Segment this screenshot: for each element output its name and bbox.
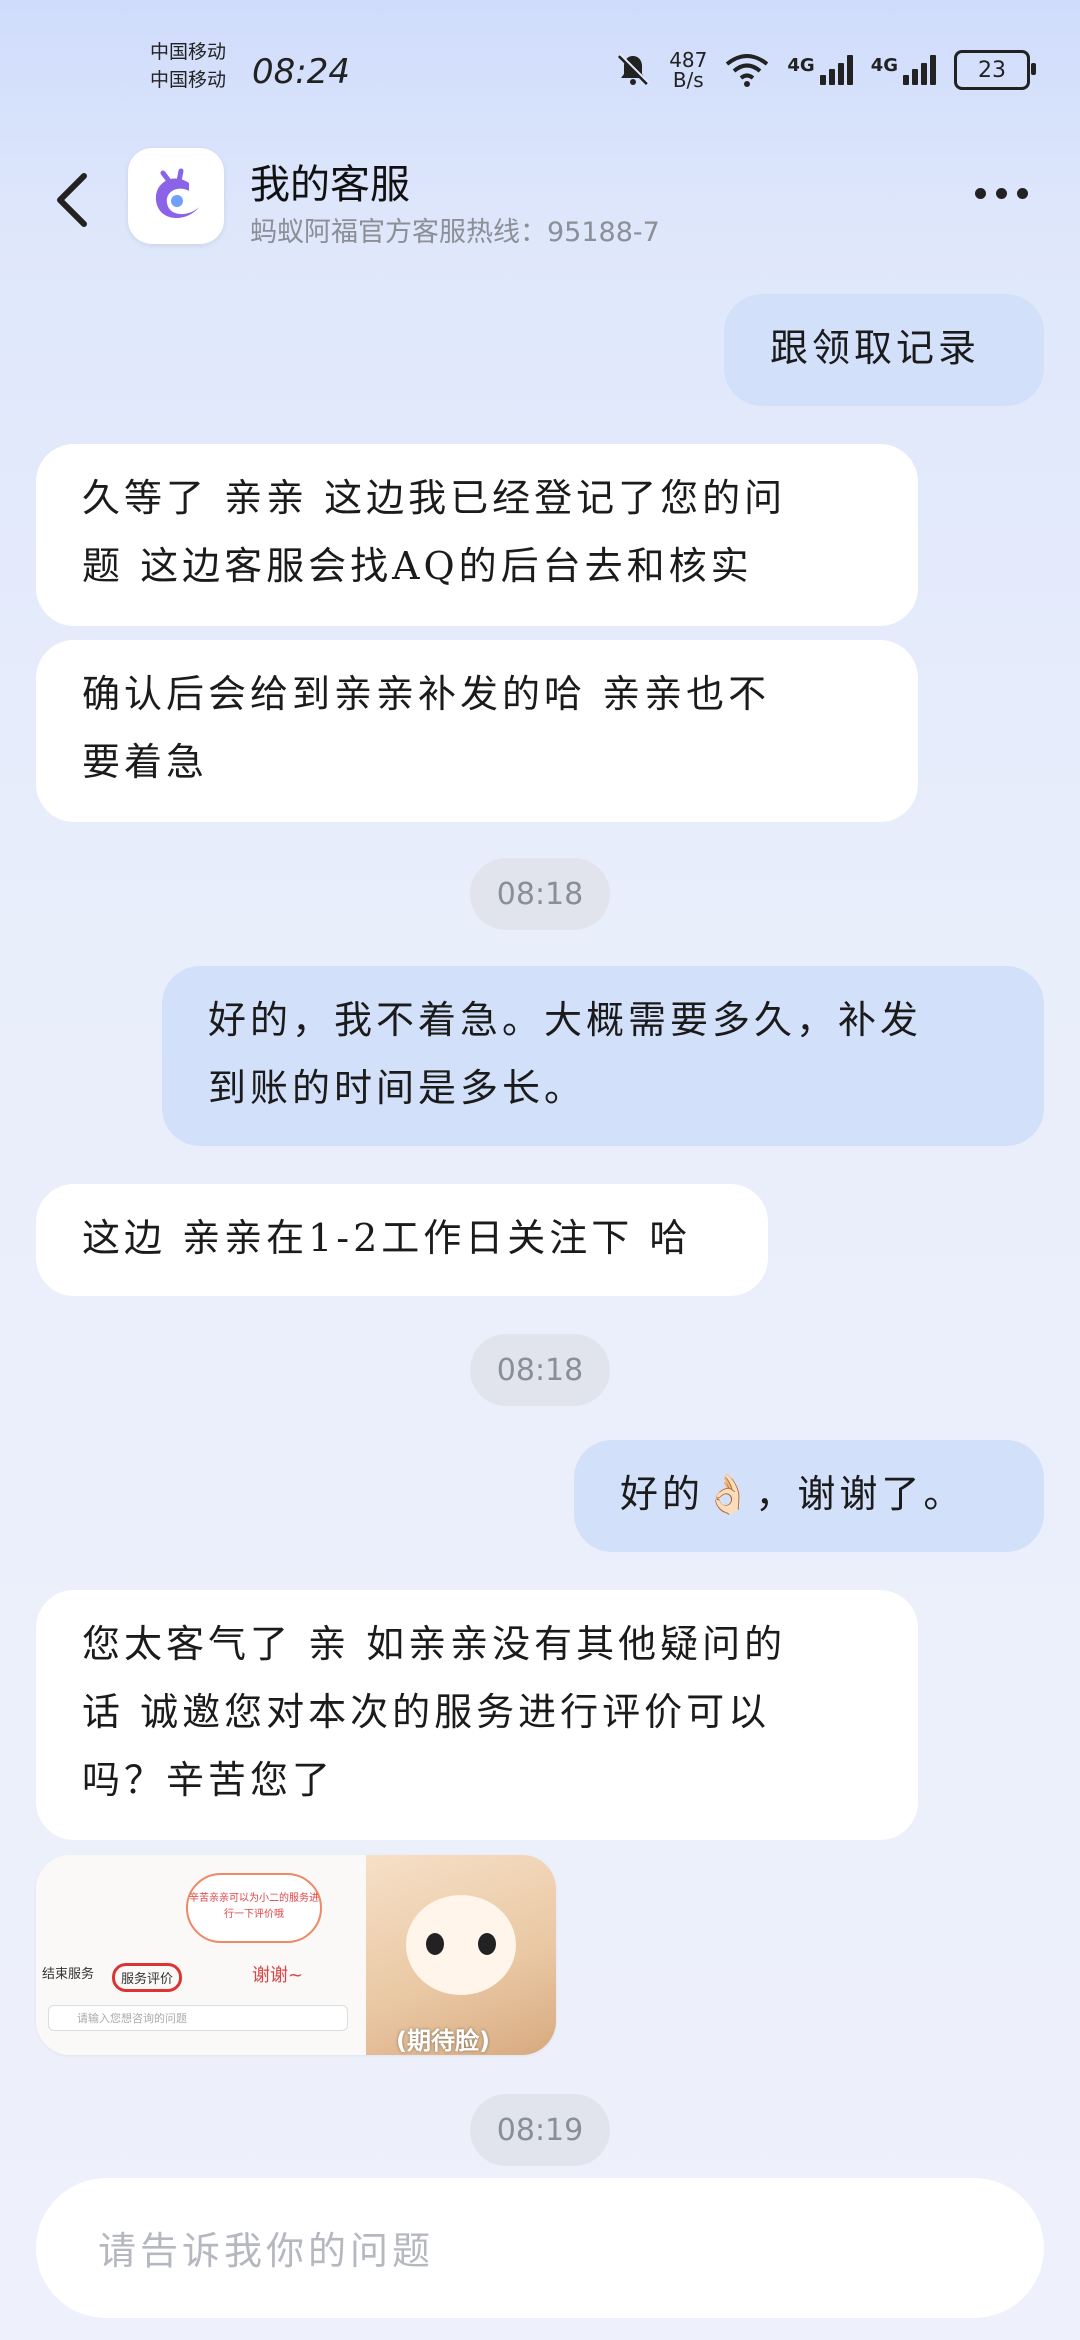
message-agent-4[interactable]: 您太客气了 亲 如亲亲没有其他疑问的 话 诚邀您对本次的服务进行评价可以 吗？辛… — [36, 1590, 918, 1840]
network-type-1: 4G — [787, 55, 815, 76]
status-time: 08:24 — [252, 52, 350, 92]
cat-eye — [478, 1933, 496, 1955]
signal-4g-1: 4G — [787, 55, 853, 85]
message-user-1[interactable]: 跟领取记录 — [724, 294, 1044, 406]
message-text-line: 吗？辛苦您了 — [82, 1758, 335, 1802]
battery-level: 23 — [978, 57, 1006, 83]
message-agent-2[interactable]: 确认后会给到亲亲补发的哈 亲亲也不 要着急 — [36, 640, 918, 822]
message-text-line: 确认后会给到亲亲补发的哈 亲亲也不 — [82, 672, 771, 716]
message-text: 跟领取记录 — [770, 326, 981, 370]
wifi-icon — [726, 54, 769, 87]
sticker-caption: (期待脸) — [396, 2027, 490, 2055]
end-service-label: 结束服务 — [42, 1967, 95, 1982]
carrier-1: 中国移动 — [150, 41, 227, 63]
network-speed: 487 B/s — [669, 50, 707, 90]
message-agent-3[interactable]: 这边 亲亲在1-2工作日关注下 哈 — [36, 1184, 768, 1296]
thanks-label: 谢谢~ — [252, 1965, 304, 1986]
chat-header: 我的客服 蚂蚁阿福官方客服热线：95188-7 — [0, 140, 1080, 260]
speed-value: 487 — [669, 48, 708, 72]
afu-logo-icon — [155, 168, 199, 218]
back-arrow-icon[interactable] — [48, 170, 98, 230]
mini-button-row: 结束服务 服务评价 — [42, 1963, 183, 1992]
speech-bubble: 辛苦亲亲可以为小二的服务进行一下评价哦 — [186, 1873, 322, 1943]
message-text-line: 话 诚邀您对本次的服务进行评价可以 — [82, 1690, 771, 1734]
message-text-line: 题 这边客服会找AQ的后台去和核实 — [82, 544, 753, 588]
message-text-line: 到账的时间是多长。 — [208, 1066, 587, 1110]
message-user-3[interactable]: 好的👌🏻，谢谢了。 — [574, 1440, 1044, 1552]
cat-eye — [426, 1933, 444, 1955]
speed-unit: B/s — [672, 68, 704, 92]
image-message[interactable]: 辛苦亲亲可以为小二的服务进行一下评价哦 结束服务 服务评价 谢谢~ 请输入您想咨… — [36, 1855, 556, 2055]
network-type-2: 4G — [870, 55, 898, 76]
timestamp: 08:19 — [470, 2094, 610, 2166]
message-text-line: 好的，我不着急。大概需要多久，补发 — [208, 998, 923, 1042]
message-text-line: 要着急 — [82, 740, 209, 784]
timestamp: 08:18 — [470, 1334, 610, 1406]
rate-service-label: 服务评价 — [112, 1963, 183, 1992]
signal-4g-2: 4G — [871, 55, 936, 85]
rating-tip-screenshot: 辛苦亲亲可以为小二的服务进行一下评价哦 结束服务 服务评价 谢谢~ 请输入您想咨… — [36, 1855, 366, 2055]
timestamp: 08:18 — [470, 858, 610, 930]
carrier-2: 中国移动 — [150, 69, 227, 91]
message-text: 好的 — [620, 1472, 705, 1516]
message-agent-1[interactable]: 久等了 亲亲 这边我已经登记了您的问 题 这边客服会找AQ的后台去和核实 — [36, 444, 918, 626]
hotline-subtitle: 蚂蚁阿福官方客服热线：95188-7 — [250, 217, 660, 248]
ok-hand-emoji: 👌🏻 — [704, 1472, 756, 1516]
carrier-labels: 中国移动 中国移动 — [150, 38, 226, 94]
status-icons: 487 B/s 4G 4G 23 — [615, 48, 1036, 92]
status-bar: 中国移动 中国移动 08:24 487 B/s 4G 4G 23 — [0, 0, 1080, 140]
message-text-line: 久等了 亲亲 这边我已经登记了您的问 — [82, 476, 787, 520]
message-input[interactable]: 请告诉我你的问题 — [36, 2178, 1044, 2318]
page-title: 我的客服 — [250, 162, 410, 208]
cat-sticker: (期待脸) — [366, 1855, 556, 2055]
battery-indicator: 23 — [954, 50, 1036, 90]
cat-face-icon — [406, 1895, 516, 1995]
message-user-2[interactable]: 好的，我不着急。大概需要多久，补发 到账的时间是多长。 — [162, 966, 1044, 1146]
input-placeholder: 请告诉我你的问题 — [98, 2229, 435, 2273]
mini-input-hint: 请输入您想咨询的问题 — [48, 2005, 348, 2031]
service-avatar[interactable] — [128, 148, 224, 244]
message-text-line: 您太客气了 亲 如亲亲没有其他疑问的 — [82, 1622, 787, 1666]
mute-bell-icon — [618, 53, 650, 86]
message-text: 这边 亲亲在1-2工作日关注下 哈 — [82, 1216, 692, 1260]
more-options-icon[interactable] — [975, 188, 1028, 199]
message-text: ，谢谢了。 — [755, 1472, 966, 1516]
